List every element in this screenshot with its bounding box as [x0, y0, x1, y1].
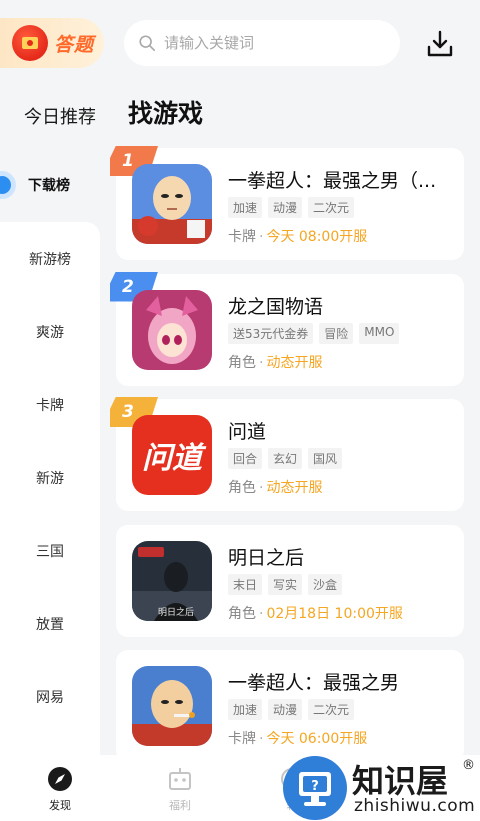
sidebar: 下载榜 新游榜 爽游 卡牌 新游 三国 放置 网易 — [0, 150, 100, 755]
red-envelope-icon — [12, 25, 48, 61]
game-meta: 卡牌 · 今天 06:00开服 — [228, 728, 367, 748]
game-icon — [132, 164, 212, 244]
game-name: 明日之后 — [228, 546, 305, 569]
game-card[interactable]: 2 龙之国物语 送53元代金券 冒险 MMO 角色 · 动态开服 — [110, 271, 464, 386]
tag: 末日 — [228, 573, 263, 595]
game-icon — [132, 666, 212, 746]
search-input[interactable] — [164, 34, 384, 52]
sidebar-item-new-games-ranking[interactable]: 新游榜 — [0, 222, 100, 295]
sidebar-item-three-kingdoms[interactable]: 三国 — [0, 514, 100, 587]
quiz-label: 答题 — [54, 33, 95, 56]
tag: 沙盒 — [308, 573, 343, 595]
sidebar-item-downloads[interactable]: 下载榜 — [0, 150, 100, 220]
tag-list: 回合 玄幻 国风 — [228, 448, 343, 469]
nav-discover[interactable]: 发现 — [30, 765, 90, 813]
game-list: 1 一拳超人：最强之男（... 加速 动漫 二次元 卡牌 · 今天 08:00开服 … — [110, 146, 464, 776]
sidebar-item-fun-games[interactable]: 爽游 — [0, 295, 100, 368]
active-indicator — [0, 171, 16, 199]
tag: 国风 — [308, 448, 343, 469]
game-name: 龙之国物语 — [228, 295, 324, 318]
game-category: 角色 — [228, 480, 256, 496]
tag: 回合 — [228, 448, 263, 469]
separator: · — [259, 354, 264, 371]
game-card[interactable]: 一拳超人：最强之男 加速 动漫 二次元 卡牌 · 今天 06:00开服 — [116, 650, 464, 762]
tag-list: 末日 写实 沙盒 — [228, 573, 343, 595]
page-title: 找游戏 — [128, 99, 204, 128]
game-meta: 角色 · 02月18日 10:00开服 — [228, 603, 403, 623]
separator: · — [259, 480, 264, 496]
compass-icon — [48, 767, 72, 791]
game-meta: 角色 · 动态开服 — [228, 477, 322, 497]
game-icon: 问道 — [132, 415, 212, 495]
tag: 送53元代金券 — [228, 322, 314, 344]
tag-list: 加速 动漫 二次元 — [228, 699, 355, 720]
tag: 二次元 — [308, 699, 355, 720]
gift-robot-icon — [169, 768, 191, 790]
watermark-logo: ? — [283, 756, 347, 820]
game-meta: 角色 · 动态开服 — [228, 352, 322, 372]
search-bar[interactable] — [124, 20, 400, 66]
game-name: 一拳超人：最强之男 — [228, 672, 400, 694]
game-card[interactable]: 明日之后 明日之后 末日 写实 沙盒 角色 · 02月18日 10:00开服 — [116, 524, 464, 637]
search-icon — [139, 35, 156, 52]
separator: · — [259, 229, 264, 245]
sidebar-item-new[interactable]: 新游 — [0, 441, 100, 514]
tag: 动漫 — [268, 699, 303, 720]
sidebar-item-card[interactable]: 卡牌 — [0, 368, 100, 441]
tag-list: 加速 动漫 二次元 — [228, 197, 355, 218]
watermark-url: zhishiwu.com — [354, 796, 476, 816]
sidebar-item-netease[interactable]: 网易 — [0, 660, 100, 733]
server-open-time: 今天 06:00开服 — [266, 731, 368, 747]
tag: MMO — [359, 322, 400, 344]
sidebar-item-idle[interactable]: 放置 — [0, 587, 100, 660]
game-card[interactable]: 1 一拳超人：最强之男（... 加速 动漫 二次元 卡牌 · 今天 08:00开服 — [110, 146, 464, 260]
game-name: 问道 — [228, 421, 267, 443]
quiz-button[interactable]: 答题 — [0, 18, 104, 68]
game-category: 角色 — [228, 354, 256, 371]
server-open-time: 动态开服 — [266, 354, 323, 371]
separator: · — [259, 605, 264, 622]
server-open-time: 02月18日 10:00开服 — [266, 605, 403, 622]
tag: 玄幻 — [268, 448, 303, 469]
game-icon: 明日之后 — [132, 540, 212, 621]
separator: · — [259, 731, 264, 747]
sidebar-list: 新游榜 爽游 卡牌 新游 三国 放置 网易 — [0, 222, 100, 755]
tag: 动漫 — [268, 197, 303, 218]
sidebar-header: 今日推荐 — [24, 107, 96, 128]
game-category: 卡牌 — [228, 731, 256, 747]
download-icon[interactable] — [424, 28, 456, 60]
tag: 加速 — [228, 699, 263, 720]
game-category: 角色 — [228, 605, 256, 622]
sidebar-item-label: 下载榜 — [28, 178, 70, 194]
game-icon — [132, 289, 212, 370]
tag: 写实 — [268, 573, 303, 595]
tag: 二次元 — [308, 197, 355, 218]
nav-discover-label: 发现 — [49, 799, 71, 812]
svg-text:?: ? — [311, 779, 319, 794]
server-open-time: 今天 08:00开服 — [266, 229, 368, 245]
game-icon-text: 明日之后 — [158, 606, 194, 618]
tag: 冒险 — [319, 322, 354, 344]
nav-welfare-label: 福利 — [169, 799, 191, 812]
game-icon-text: 问道 — [142, 441, 207, 476]
tag-list: 送53元代金券 冒险 MMO — [228, 322, 400, 344]
game-name: 一拳超人：最强之男（... — [228, 170, 437, 192]
game-meta: 卡牌 · 今天 08:00开服 — [228, 226, 367, 246]
game-category: 卡牌 — [228, 229, 256, 245]
watermark-registered-mark: ® — [462, 758, 475, 773]
server-open-time: 动态开服 — [266, 480, 323, 496]
game-card[interactable]: 3 问道 问道 回合 玄幻 国风 角色 · 动态开服 — [110, 397, 464, 511]
nav-welfare[interactable]: 福利 — [150, 765, 210, 813]
tag: 加速 — [228, 197, 263, 218]
